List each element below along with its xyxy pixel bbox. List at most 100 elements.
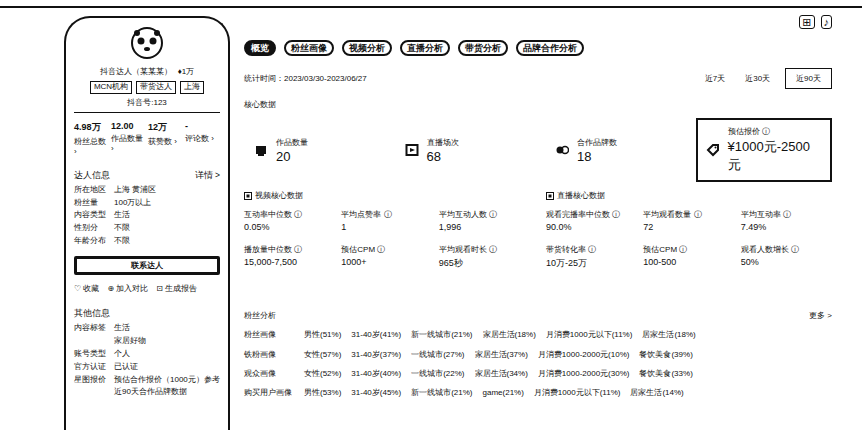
stat-card[interactable]: 作品数量20	[244, 118, 381, 182]
card-body: 作品数量20	[276, 137, 308, 164]
metric-value: 1	[341, 222, 432, 232]
metric-value: 50%	[741, 257, 832, 267]
metric: 观看完播率中位数 ⓘ 90.0%	[546, 209, 637, 232]
profile-tag: 上海	[180, 81, 204, 94]
metric: 平均互动率 ⓘ7.49%	[741, 209, 832, 232]
name-row: 抖音达人（某某某）♦1万	[74, 66, 220, 77]
metric-value: 100-500	[643, 257, 734, 267]
stat-card[interactable]: 合作品牌数18	[545, 118, 682, 182]
brand-icon	[555, 143, 569, 157]
header-app-icon[interactable]: ⊞	[799, 15, 814, 29]
action-link[interactable]: ♡ 收藏	[74, 283, 99, 294]
stat-card[interactable]: 直播场次68	[395, 118, 532, 182]
fan-chip: 31-40岁(40%)	[351, 369, 401, 379]
metric-value: 0.05%	[244, 222, 335, 232]
info-key: 年龄分布	[74, 237, 108, 246]
info-value: 生活	[114, 324, 130, 333]
avatar-icon	[130, 26, 164, 60]
stat[interactable]: 12.00作品数量 ›	[111, 121, 146, 156]
metric-group: 直播核心数据观看完播率中位数 ⓘ90.0%平均观看数量 ⓘ72平均互动率 ⓘ7.…	[546, 190, 832, 270]
more-link[interactable]: 详情 >	[195, 170, 220, 182]
fan-chip: 月消费1000-2000元(10%)	[538, 350, 630, 360]
stat-card[interactable]: 预估报价 ⓘ¥1000元-2500元	[696, 118, 833, 182]
price-icon	[706, 143, 720, 157]
metric-grid: 观看完播率中位数 ⓘ 90.0% 平均观看数量 ⓘ72 平均互动率 ⓘ7.49% 带货转…	[546, 209, 832, 270]
fan-row-label: 购买用户画像	[244, 388, 294, 398]
info-key: 官方认证	[74, 363, 108, 372]
info-key: 所在地区	[74, 186, 108, 195]
info-row: 官方认证已认证	[74, 363, 220, 372]
range-option[interactable]: 近7天	[700, 70, 730, 87]
fan-chip: 月消费1000元以下(11%)	[534, 388, 621, 398]
metric-value: 1000+	[341, 257, 432, 267]
top-rule	[0, 0, 862, 8]
metric: 观看人数增长 ⓘ 50%	[741, 244, 832, 270]
action-list: ♡ 收藏 ⊕ 加入对比 ⊡ 生成报告	[74, 283, 220, 294]
profile-name: 抖音达人（某某某）	[100, 66, 172, 77]
section-icon	[546, 192, 554, 200]
more-link[interactable]: 更多 >	[809, 310, 832, 321]
info-value: 不限	[114, 224, 130, 233]
fan-row: 购买用户画像男性(53%)31-40岁(45%)新一线城市(21%)game(2…	[244, 388, 832, 398]
stat-label: 获赞数 ›	[148, 136, 183, 147]
info-key: 星图报价	[74, 376, 108, 385]
card-body: 预估报价 ⓘ¥1000元-2500元	[728, 126, 823, 174]
metric-value: 90.0%	[546, 222, 637, 232]
info-row: 近90天合作品牌数据	[74, 388, 220, 397]
stat-label: 评论数 ›	[185, 133, 220, 144]
tab[interactable]: 概览	[244, 40, 276, 56]
fan-chip: 月消费1000元以下(11%)	[546, 330, 633, 340]
card-body: 直播场次68	[427, 137, 459, 164]
metric-value: 72	[643, 222, 734, 232]
date-range: 统计时间：2023/03/30-2023/06/27	[244, 73, 367, 84]
fan-chip: 31-40岁(37%)	[351, 350, 401, 360]
metric: 平均点赞率 ⓘ 1	[341, 209, 432, 232]
info-key: 粉丝量	[74, 199, 108, 208]
metric-label: 平均点赞率 ⓘ	[341, 209, 432, 220]
metric: 互动率中位数 ⓘ0.05%	[244, 209, 335, 232]
fan-chip: 家居生活(37%)	[475, 350, 528, 360]
metric: 平均观看时长 ⓘ965秒	[439, 244, 530, 270]
header-app-icon[interactable]: ♪	[821, 15, 833, 29]
stat[interactable]: 12万获赞数 ›	[148, 121, 183, 156]
range-option[interactable]: 近90天	[785, 68, 832, 89]
contact-button[interactable]: 联系达人	[74, 256, 220, 276]
action-link[interactable]: ⊡ 生成报告	[156, 283, 197, 294]
fan-chip: 女性(52%)	[304, 369, 341, 379]
metric-label: 预估CPM ⓘ	[643, 244, 734, 255]
tab[interactable]: 视频分析	[342, 40, 392, 56]
metric-label: 观看人数增长 ⓘ	[741, 244, 832, 255]
stat[interactable]: -评论数 ›	[185, 121, 220, 156]
range-option[interactable]: 近30天	[740, 70, 775, 87]
stats: 4.98万粉丝总数 ›12.00作品数量 ›12万获赞数 ›-评论数 ›	[74, 121, 220, 156]
page: 抖音达人（某某某）♦1万MCN机构带货达人上海抖音号:1234.98万粉丝总数 …	[0, 8, 862, 430]
stat-label: 粉丝总数 ›	[74, 136, 109, 156]
fan-chip: 餐饮美食(39%)	[639, 350, 692, 360]
action-label: 生成报告	[165, 284, 197, 293]
metric-value: 15,000-7,500	[244, 257, 335, 267]
action-icon: ⊕	[107, 284, 114, 293]
metric-label: 观看完播率中位数 ⓘ	[546, 209, 637, 220]
tab[interactable]: 直播分析	[400, 40, 450, 56]
info-row: 粉丝量100万以上	[74, 199, 220, 208]
metric-label: 带货转化率 ⓘ	[546, 244, 637, 255]
tab[interactable]: 粉丝画像	[284, 40, 334, 56]
tab[interactable]: 带货分析	[458, 40, 508, 56]
tab[interactable]: 品牌合作分析	[516, 40, 584, 56]
action-link[interactable]: ⊕ 加入对比	[107, 283, 148, 294]
fan-chip: 女性(57%)	[304, 350, 341, 360]
stat[interactable]: 4.98万粉丝总数 ›	[74, 121, 109, 156]
fan-chip: game(21%)	[483, 388, 524, 398]
card-label: 作品数量	[276, 137, 308, 148]
works-icon	[254, 143, 268, 157]
fan-chip: 一线城市(22%)	[411, 369, 464, 379]
fan-chip: 新一线城市(21%)	[411, 330, 472, 340]
info-value: 上海 黄浦区	[114, 186, 156, 195]
metric-label: 平均互动人数 ⓘ	[439, 209, 530, 220]
metric: 平均观看数量 ⓘ72	[643, 209, 734, 232]
fan-row: 观众画像女性(52%)31-40岁(40%)一线城市(22%)家居生活(34%)…	[244, 369, 832, 379]
info-value: 近90天合作品牌数据	[114, 388, 187, 397]
metric-label: 平均观看时长 ⓘ	[439, 244, 530, 255]
fan-chip: 月消费1000-2000元(30%)	[538, 369, 630, 379]
tab-bar: 概览粉丝画像视频分析直播分析带货分析品牌合作分析	[244, 40, 832, 56]
